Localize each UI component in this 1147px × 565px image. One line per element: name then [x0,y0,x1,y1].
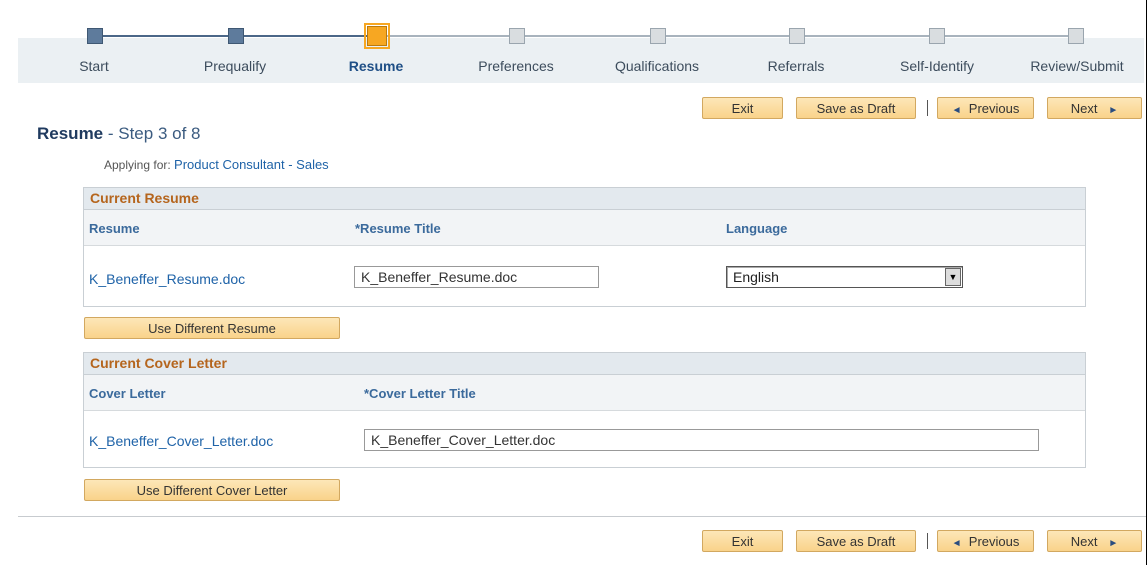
previous-label: Previous [968,534,1020,549]
job-title-link[interactable]: Product Consultant - Sales [174,157,329,172]
use-different-resume-button[interactable]: Use Different Resume [84,317,340,339]
col-header-resume: Resume [89,221,140,236]
previous-button[interactable]: ◄ Previous [937,97,1034,119]
use-different-cover-letter-button[interactable]: Use Different Cover Letter [84,479,340,501]
cover-letter-file-link[interactable]: K_Beneffer_Cover_Letter.doc [89,433,273,449]
dropdown-arrow-icon[interactable]: ▼ [945,268,961,286]
step-marker-prequalify[interactable] [228,28,244,44]
current-cover-letter-header: Current Cover Letter [84,353,1085,375]
exit-button-bottom[interactable]: Exit [702,530,783,552]
col-header-cover-letter-title: *Cover Letter Title [364,386,476,401]
page-title-text: Resume [37,124,104,143]
next-label: Next [1070,101,1098,116]
applying-for-label: Applying for: [104,158,175,172]
resume-file-link[interactable]: K_Beneffer_Resume.doc [89,271,245,287]
current-cover-letter-group: Current Cover Letter Cover Letter *Cover… [83,352,1086,468]
cover-letter-column-headers: Cover Letter *Cover Letter Title [84,375,1085,411]
step-label-preferences: Preferences [478,58,554,74]
step-indicator: - Step 3 of 8 [103,124,201,143]
step-marker-self-identify [929,28,945,44]
previous-arrow-icon: ◄ [951,538,962,549]
step-label-start[interactable]: Start [29,58,159,74]
col-header-resume-title: *Resume Title [355,221,441,236]
save-draft-button[interactable]: Save as Draft [796,97,916,119]
save-draft-button-bottom[interactable]: Save as Draft [796,530,916,552]
step-label-review-submit: Review/Submit [1030,58,1124,74]
next-arrow-icon: ► [1108,105,1119,116]
language-selected-value: English [733,269,779,285]
step-marker-review-submit [1068,28,1084,44]
step-label-resume[interactable]: Resume [311,58,441,74]
toolbar-separator-bottom [927,533,928,549]
next-button-bottom[interactable]: Next ► [1047,530,1142,552]
step-marker-resume[interactable] [364,23,390,49]
stepper-line-todo [385,35,1074,37]
language-select[interactable]: English ▼ [726,266,963,288]
resume-title-input[interactable]: K_Beneffer_Resume.doc [354,266,599,288]
toolbar-separator [927,100,928,116]
step-marker-preferences [509,28,525,44]
page-title: Resume - Step 3 of 8 [37,124,200,144]
step-label-referrals: Referrals [767,58,825,74]
step-marker-start[interactable] [87,28,103,44]
current-resume-header: Current Resume [84,188,1085,210]
col-header-cover-letter: Cover Letter [89,386,166,401]
step-marker-qualifications [650,28,666,44]
exit-button[interactable]: Exit [702,97,783,119]
current-resume-group: Current Resume Resume *Resume Title Lang… [83,187,1086,307]
step-label-self-identify: Self-Identify [900,58,974,74]
previous-label: Previous [968,101,1020,116]
next-button[interactable]: Next ► [1047,97,1142,119]
col-header-language: Language [726,221,788,236]
next-label: Next [1070,534,1098,549]
previous-arrow-icon: ◄ [951,105,962,116]
step-label-prequalify[interactable]: Prequalify [170,58,300,74]
resume-column-headers: Resume *Resume Title Language [84,210,1085,246]
step-label-qualifications: Qualifications [614,58,700,74]
cover-letter-title-input[interactable]: K_Beneffer_Cover_Letter.doc [364,429,1039,451]
step-marker-referrals [789,28,805,44]
previous-button-bottom[interactable]: ◄ Previous [937,530,1034,552]
applying-for: Applying for: Product Consultant - Sales [104,157,329,172]
section-divider [18,516,1146,517]
next-arrow-icon: ► [1108,538,1119,549]
